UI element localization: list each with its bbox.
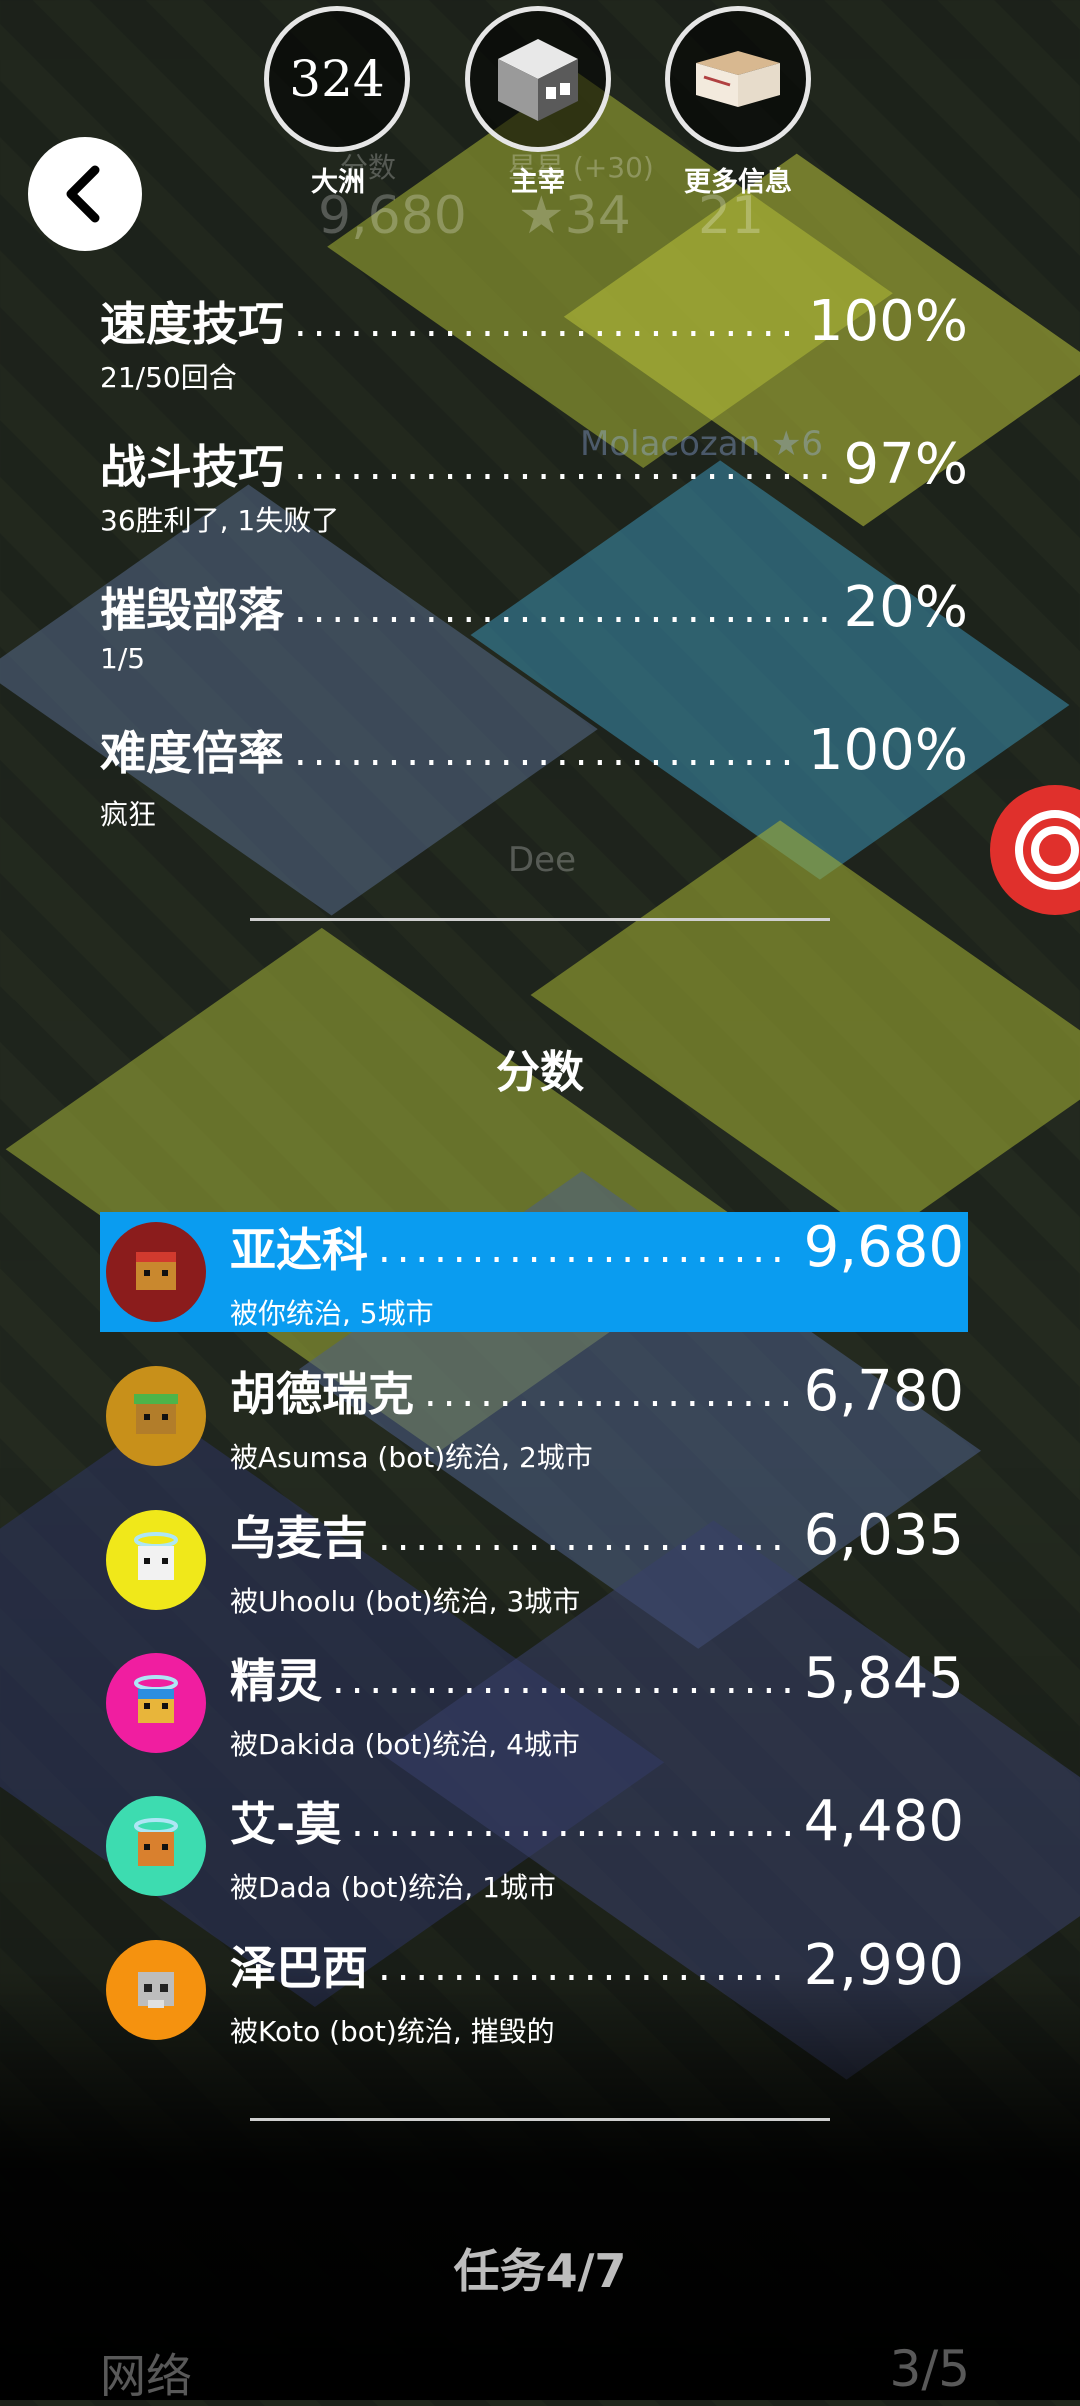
tribe-score: 5,845 — [803, 1646, 964, 1711]
network-label: 网络 — [100, 2349, 192, 2403]
stat-value: 97% — [843, 432, 968, 497]
score-row[interactable]: 艾-莫 ....................................… — [100, 1786, 968, 1906]
tribe-name: 泽巴西 — [230, 1941, 368, 1995]
stat-subtext: 1/5 — [100, 642, 146, 675]
score-section-title: 分数 — [496, 1047, 584, 1098]
tribe-score: 9,680 — [803, 1215, 964, 1280]
stat-subtext: 疯狂 — [100, 798, 157, 831]
tribe-score: 6,035 — [803, 1503, 964, 1568]
tribe-name: 精灵 — [230, 1654, 322, 1708]
tribe-avatar — [106, 1940, 206, 2040]
tribe-avatar — [106, 1366, 206, 1466]
book-icon — [696, 51, 780, 107]
tribe-ruler-info: 被Dakida (bot)统治, 4城市 — [230, 1728, 580, 1761]
stat-value: 100% — [807, 289, 968, 354]
tribe-head-icon — [136, 1252, 176, 1290]
tribe-head-icon — [134, 1818, 178, 1866]
stat-difficulty-multiplier: 难度倍率 ...................................… — [100, 718, 968, 831]
score-row[interactable]: 泽巴西 ....................................… — [100, 1930, 968, 2050]
target-icon — [1015, 810, 1080, 890]
stat-subtext: 21/50回合 — [100, 361, 237, 394]
score-row[interactable]: 胡德瑞克 ...................................… — [100, 1356, 968, 1476]
tribe-ruler-info: 被Uhoolu (bot)统治, 3城市 — [230, 1585, 581, 1618]
tribe-avatar — [106, 1510, 206, 1610]
tribe-avatar — [106, 1653, 206, 1753]
score-row[interactable]: 亚达科 ....................................… — [100, 1212, 968, 1332]
stat-speed-skill: 速度技巧 ...................................… — [100, 289, 968, 394]
tribe-score: 2,990 — [803, 1933, 964, 1998]
tribe-name: 艾-莫 — [230, 1797, 342, 1851]
network-value: 3/5 — [889, 2340, 970, 2398]
stat-name: 难度倍率 — [100, 726, 284, 780]
ruler-button[interactable] — [465, 6, 611, 152]
tribe-ruler-info: 被你统治, 5城市 — [230, 1297, 434, 1330]
divider-top — [250, 918, 830, 921]
stat-name: 速度技巧 — [100, 297, 284, 351]
score-row[interactable]: 精灵 .....................................… — [100, 1643, 968, 1763]
stat-value: 20% — [843, 575, 968, 640]
divider-bottom — [250, 2118, 830, 2121]
chevron-left-icon — [66, 165, 100, 223]
background-city-tag: Dee — [508, 840, 577, 880]
stat-combat-skill: 战斗技巧 ...................................… — [100, 432, 968, 537]
continent-count: 324 — [289, 50, 385, 108]
score-row[interactable]: 乌麦吉 ....................................… — [100, 1500, 968, 1620]
stat-name: 战斗技巧 — [100, 440, 284, 494]
tribe-ruler-info: 被Asumsa (bot)统治, 2城市 — [230, 1441, 593, 1474]
tribe-name: 乌麦吉 — [230, 1511, 368, 1565]
tribe-head-icon — [134, 1394, 178, 1434]
ruler-label: 主宰 — [511, 167, 565, 198]
continent-button[interactable]: 324 — [264, 6, 410, 152]
tribe-score: 4,480 — [803, 1789, 964, 1854]
mission-progress: 任务4/7 — [453, 2244, 627, 2298]
tribe-avatar — [106, 1222, 206, 1322]
tribe-avatar — [106, 1796, 206, 1896]
tribe-head-icon — [134, 1675, 178, 1723]
tribe-ruler-info: 被Koto (bot)统治, 摧毁的 — [230, 2015, 555, 2048]
tribe-name: 亚达科 — [230, 1223, 368, 1277]
stat-name: 摧毁部落 — [100, 583, 284, 637]
more-info-label: 更多信息 — [684, 167, 792, 198]
tribe-ruler-info: 被Dada (bot)统治, 1城市 — [230, 1871, 556, 1904]
ruler-cube-icon — [498, 39, 578, 121]
tribe-score: 6,780 — [803, 1359, 964, 1424]
continent-label: 大洲 — [311, 167, 365, 198]
skull-icon — [138, 1972, 174, 2008]
tribe-name: 胡德瑞克 — [230, 1367, 414, 1421]
stat-value: 100% — [807, 718, 968, 783]
stat-destroyed-tribes: 摧毁部落 ...................................… — [100, 575, 968, 675]
tribe-head-icon — [134, 1532, 178, 1580]
stat-subtext: 36胜利了, 1失败了 — [100, 504, 340, 537]
back-button[interactable] — [28, 137, 142, 251]
more-info-button[interactable] — [665, 6, 811, 152]
